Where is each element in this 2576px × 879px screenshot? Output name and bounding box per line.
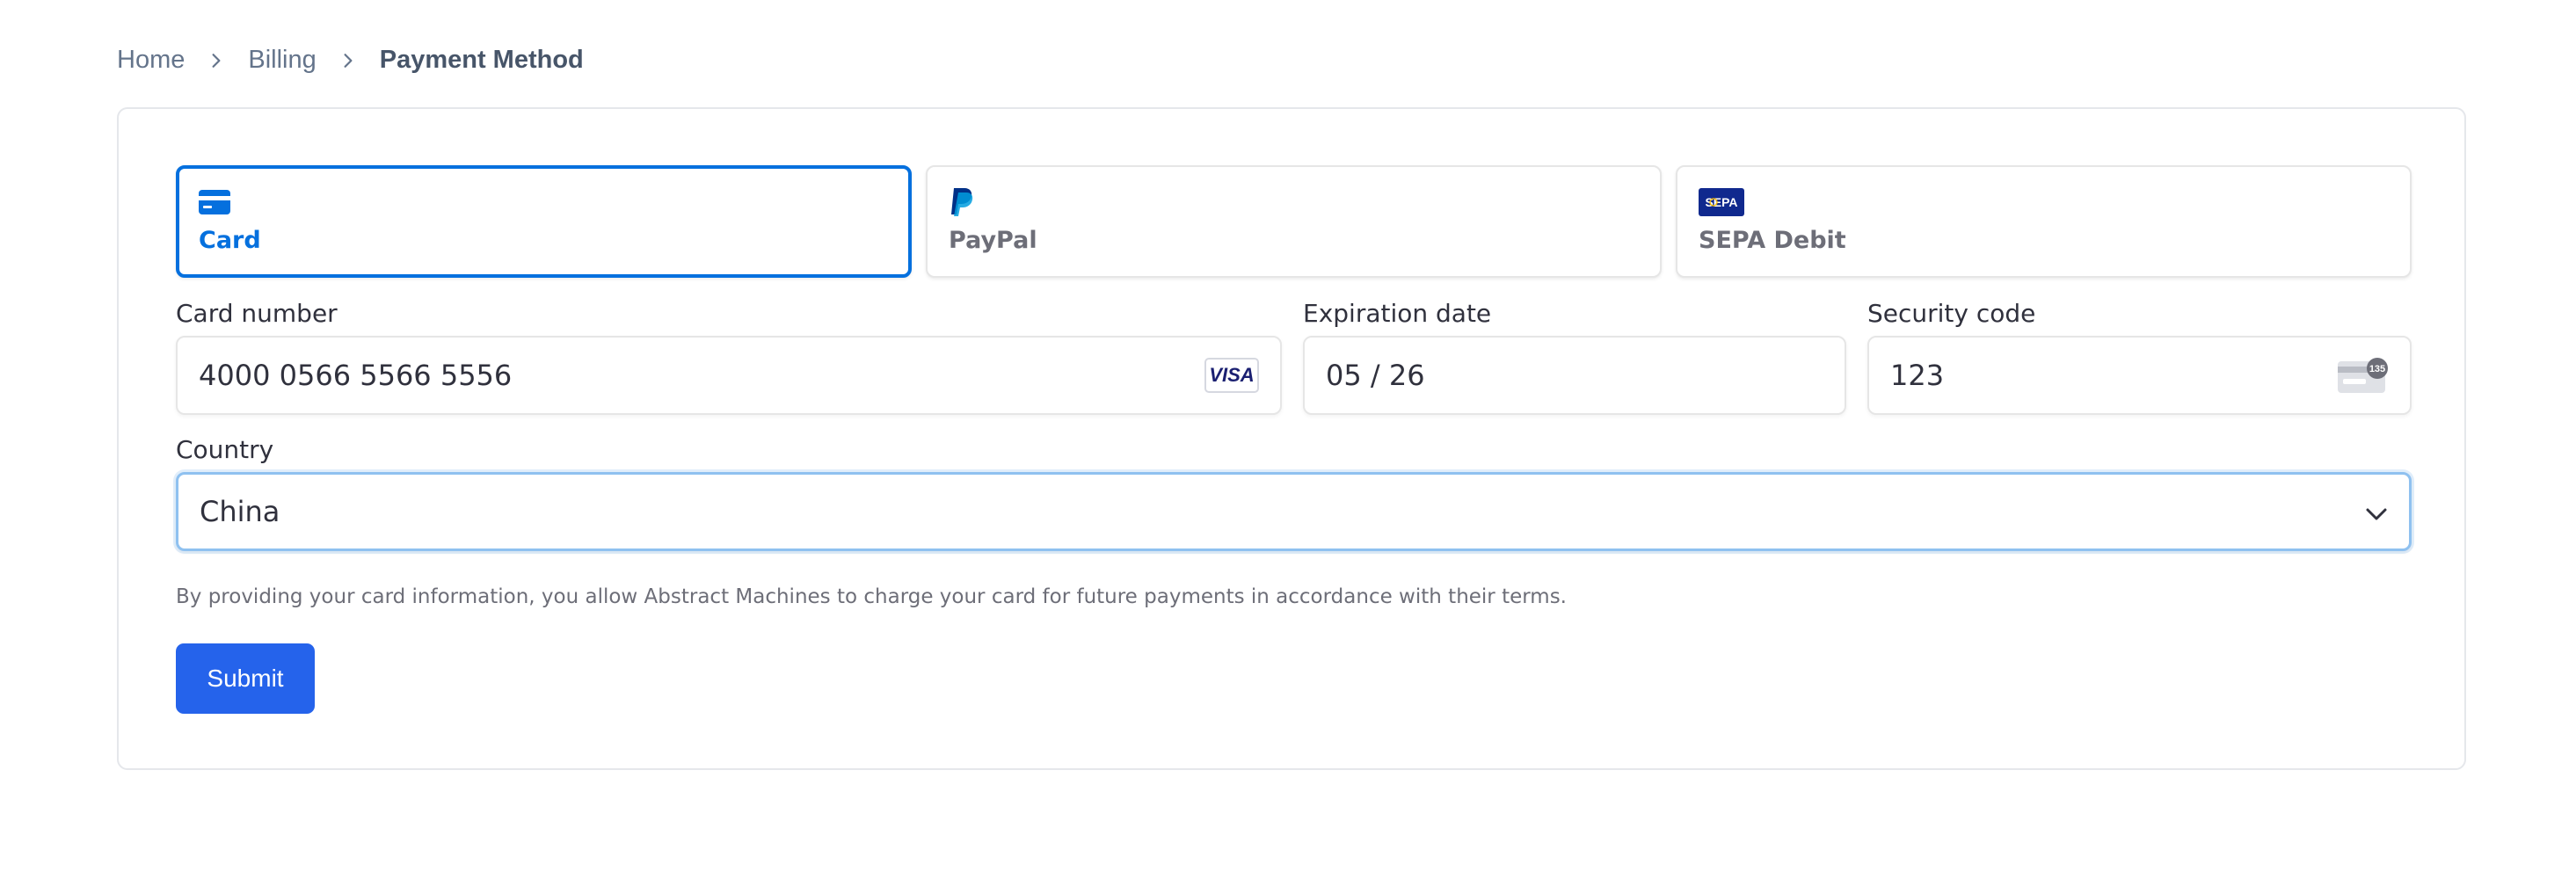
visa-icon: VISA [1204, 358, 1259, 393]
breadcrumb-billing[interactable]: Billing [248, 46, 316, 75]
security-code-input[interactable]: 123 135 [1867, 336, 2412, 415]
expiration-date-input[interactable]: 05 / 26 [1303, 336, 1846, 415]
security-code-label: Security code [1867, 299, 2036, 328]
cvc-number-text: 135 [2369, 364, 2385, 374]
tab-paypal-label: PayPal [949, 227, 1037, 254]
terms-disclaimer: By providing your card information, you … [176, 585, 1567, 608]
chevron-down-icon [2365, 495, 2388, 528]
tab-sepa-label: SEPA Debit [1699, 227, 1846, 254]
tab-card[interactable]: Card [176, 165, 912, 278]
country-select[interactable]: China [176, 472, 2412, 551]
sepa-icon: SEPA [1699, 186, 2389, 218]
card-number-label: Card number [176, 299, 338, 328]
tab-sepa-debit[interactable]: SEPA SEPA Debit [1676, 165, 2412, 278]
country-select-value: China [200, 495, 280, 528]
chevron-right-icon [317, 53, 380, 69]
breadcrumb-home[interactable]: Home [117, 46, 185, 75]
expiration-date-label: Expiration date [1303, 299, 1492, 328]
expiration-date-value: 05 / 26 [1326, 359, 1425, 392]
paypal-icon [949, 186, 1639, 218]
breadcrumb: Home Billing Payment Method [117, 46, 584, 75]
chevron-right-icon [185, 53, 248, 69]
card-number-input[interactable]: 4000 0566 5566 5556 VISA [176, 336, 1282, 415]
tab-paypal[interactable]: PayPal [926, 165, 1662, 278]
card-number-value: 4000 0566 5566 5556 [199, 359, 513, 392]
credit-card-icon [199, 186, 889, 218]
cvc-card-icon: 135 [2338, 358, 2389, 393]
country-label: Country [176, 435, 274, 464]
security-code-value: 123 [1890, 359, 1945, 392]
tab-card-label: Card [199, 227, 261, 254]
payment-method-tabs: Card PayPal SEPA SEPA Debit [176, 165, 2412, 278]
payment-form-panel: Card PayPal SEPA SEPA Debit Card number … [117, 107, 2466, 770]
breadcrumb-current: Payment Method [379, 46, 584, 74]
submit-button[interactable]: Submit [176, 643, 315, 714]
